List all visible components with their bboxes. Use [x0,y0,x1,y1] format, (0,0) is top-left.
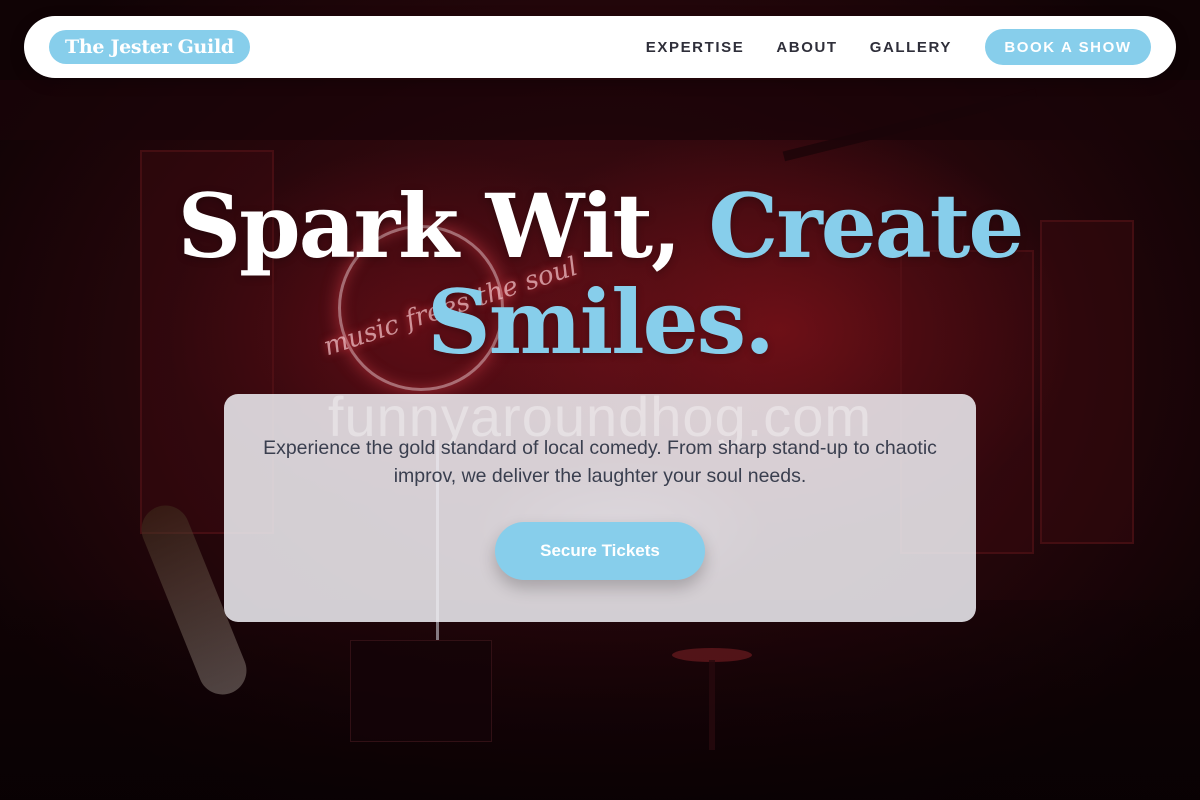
hero-section: music frees the soul The Jester Guild EX… [0,0,1200,800]
book-show-button[interactable]: BOOK A SHOW [985,29,1151,65]
nav-link-gallery[interactable]: GALLERY [870,39,952,56]
nav-link-about[interactable]: ABOUT [776,39,837,56]
secure-tickets-button[interactable]: Secure Tickets [495,522,705,580]
nav-link-expertise[interactable]: EXPERTISE [646,39,745,56]
amplifier [350,640,492,742]
nav-links: EXPERTISE ABOUT GALLERY BOOK A SHOW [646,29,1151,65]
ceiling-beam [0,80,1200,140]
brand-logo[interactable]: The Jester Guild [49,30,250,64]
hero-headline: Spark Wit, Create Smiles. [0,178,1200,370]
hero-tagline: Experience the gold standard of local co… [263,437,937,487]
headline-part-1: Spark Wit, [177,174,682,278]
stool-leg [709,660,715,750]
navbar: The Jester Guild EXPERTISE ABOUT GALLERY… [24,16,1176,78]
hero-card: funnyaroundhog.com Experience the gold s… [224,394,976,622]
